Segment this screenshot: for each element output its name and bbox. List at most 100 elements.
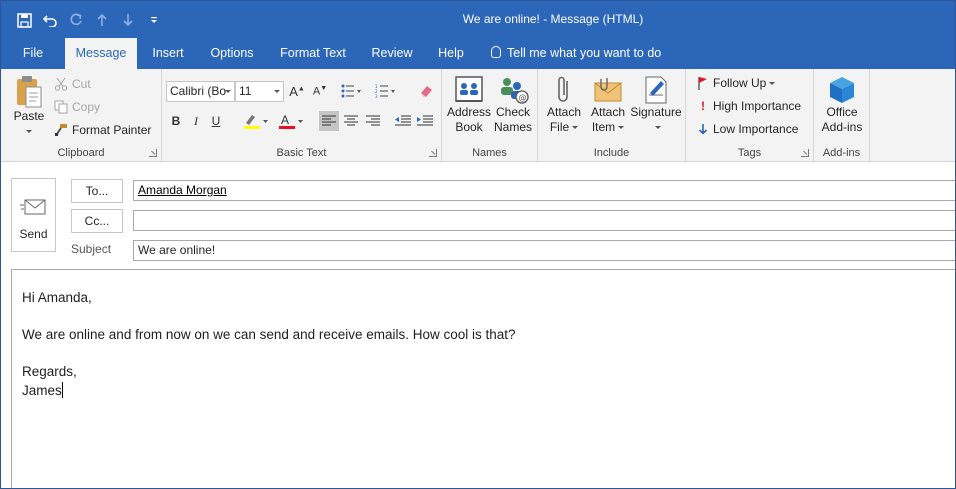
clear-formatting-button[interactable]: [416, 81, 436, 101]
increase-indent-button[interactable]: [415, 111, 435, 131]
svg-text:3: 3: [375, 94, 378, 98]
underline-button[interactable]: U: [206, 111, 226, 131]
align-center-icon: [344, 115, 358, 126]
tab-insert[interactable]: Insert: [143, 38, 193, 69]
check-names-button[interactable]: @ Check Names: [492, 75, 534, 135]
text-cursor: [61, 382, 63, 398]
basic-text-dialog-launcher-icon[interactable]: [429, 149, 437, 157]
send-button[interactable]: Send: [11, 178, 56, 252]
high-importance-button[interactable]: ! High Importance: [697, 96, 801, 116]
low-importance-button[interactable]: Low Importance: [697, 119, 798, 139]
attach-item-button[interactable]: Attach Item: [586, 75, 630, 135]
address-book-button[interactable]: Address Book: [446, 75, 492, 135]
signature-button[interactable]: Signature: [628, 75, 684, 135]
increase-indent-icon: [417, 115, 433, 126]
subject-field[interactable]: We are online!: [133, 240, 955, 261]
to-button-label: To...: [85, 184, 109, 198]
names-group-label: Names: [472, 147, 507, 159]
paste-button[interactable]: Paste: [9, 75, 49, 139]
subject-label: Subject: [71, 242, 112, 256]
address-book-label-2: Book: [455, 120, 483, 134]
svg-text:A: A: [281, 113, 289, 127]
recipient-name[interactable]: Amanda Morgan: [138, 183, 227, 197]
underline-icon: U: [211, 114, 221, 128]
clipboard-dialog-launcher-icon[interactable]: [149, 149, 157, 157]
arrow-down-icon: [698, 124, 708, 135]
copy-button[interactable]: Copy: [54, 97, 100, 117]
message-body-editor[interactable]: Hi Amanda, We are online and from now on…: [11, 269, 955, 488]
bold-button[interactable]: B: [166, 111, 186, 131]
lightbulb-icon: [491, 46, 501, 58]
office-addins-button[interactable]: Office Add-ins: [817, 75, 867, 135]
paste-dropdown-icon: [26, 130, 32, 134]
bullets-button[interactable]: [338, 81, 366, 101]
align-center-button[interactable]: [341, 111, 361, 131]
shrink-font-button[interactable]: A▼: [310, 81, 330, 101]
tab-format-text[interactable]: Format Text: [271, 38, 355, 69]
font-size-combo[interactable]: 11: [235, 81, 284, 102]
tab-review[interactable]: Review: [363, 38, 421, 69]
check-names-label-2: Names: [493, 120, 532, 134]
addins-group-label: Add-ins: [822, 147, 861, 159]
body-closing: Regards,: [22, 364, 77, 379]
high-importance-label: High Importance: [713, 99, 802, 113]
address-book-label-1: Address: [446, 105, 492, 119]
include-group-label: Include: [593, 147, 630, 159]
numbering-button[interactable]: 123: [372, 81, 400, 101]
tags-group-label: Tags: [737, 147, 762, 159]
tags-dialog-launcher-icon[interactable]: [801, 149, 809, 157]
paintbrush-icon: [55, 124, 67, 136]
basic-text-group-label: Basic Text: [276, 147, 327, 159]
tell-me-label: Tell me what you want to do: [507, 46, 662, 60]
grow-font-button[interactable]: A▲: [287, 81, 307, 101]
cut-label: Cut: [72, 77, 91, 91]
copy-icon: [54, 100, 68, 114]
font-color-button[interactable]: A: [275, 111, 307, 131]
attach-file-label-1: Attach: [546, 105, 582, 119]
format-painter-button[interactable]: Format Painter: [54, 120, 151, 140]
shrink-font-icon: A▼: [312, 84, 328, 98]
chevron-down-icon: [572, 126, 579, 130]
to-button[interactable]: To...: [71, 179, 123, 203]
envelope-icon: [594, 78, 622, 102]
addins-group: Office Add-ins Add-ins: [814, 69, 870, 162]
basic-text-group: Calibri (Bo 11 A▲ A▼ 123 B I U A Basic T…: [162, 69, 442, 162]
chevron-down-icon: [769, 81, 776, 85]
align-left-button[interactable]: [319, 111, 339, 131]
attach-item-label-1: Attach: [590, 105, 626, 119]
check-names-label-1: Check: [495, 105, 530, 119]
attach-file-button[interactable]: Attach File: [542, 75, 586, 135]
tab-help[interactable]: Help: [429, 38, 473, 69]
align-right-icon: [366, 115, 380, 126]
tab-file[interactable]: File: [11, 38, 55, 69]
cc-button[interactable]: Cc...: [71, 209, 123, 233]
chevron-down-icon: [221, 82, 234, 101]
clipboard-group-label: Clipboard: [57, 147, 105, 159]
cc-field[interactable]: [133, 210, 955, 231]
body-greeting: Hi Amanda,: [22, 290, 92, 305]
cut-button[interactable]: Cut: [54, 74, 91, 94]
bold-icon: B: [171, 114, 181, 128]
font-name-combo[interactable]: Calibri (Bo: [166, 81, 235, 102]
decrease-indent-button[interactable]: [393, 111, 413, 131]
highlight-color-button[interactable]: [240, 111, 272, 131]
names-group: Address Book @ Check Names Names: [442, 69, 538, 162]
tab-message[interactable]: Message: [65, 38, 137, 69]
to-field[interactable]: Amanda Morgan: [133, 180, 955, 201]
follow-up-label: Follow Up: [713, 76, 767, 90]
tell-me-search[interactable]: Tell me what you want to do: [491, 38, 661, 69]
tab-options[interactable]: Options: [201, 38, 263, 69]
italic-button[interactable]: I: [186, 111, 206, 131]
follow-up-button[interactable]: Follow Up: [697, 73, 776, 93]
font-size-value: 11: [239, 84, 252, 98]
align-right-button[interactable]: [363, 111, 383, 131]
font-color-icon: A: [279, 113, 303, 129]
scissors-icon: [54, 77, 68, 91]
office-addins-label-1: Office: [826, 105, 858, 119]
paste-label: Paste: [13, 109, 45, 123]
ribbon-tabs: File Message Insert Options Format Text …: [1, 38, 955, 69]
flag-icon: [698, 77, 707, 90]
chevron-down-icon: [270, 82, 283, 101]
font-name-value: Calibri (Bo: [170, 84, 227, 98]
copy-label: Copy: [72, 100, 101, 114]
